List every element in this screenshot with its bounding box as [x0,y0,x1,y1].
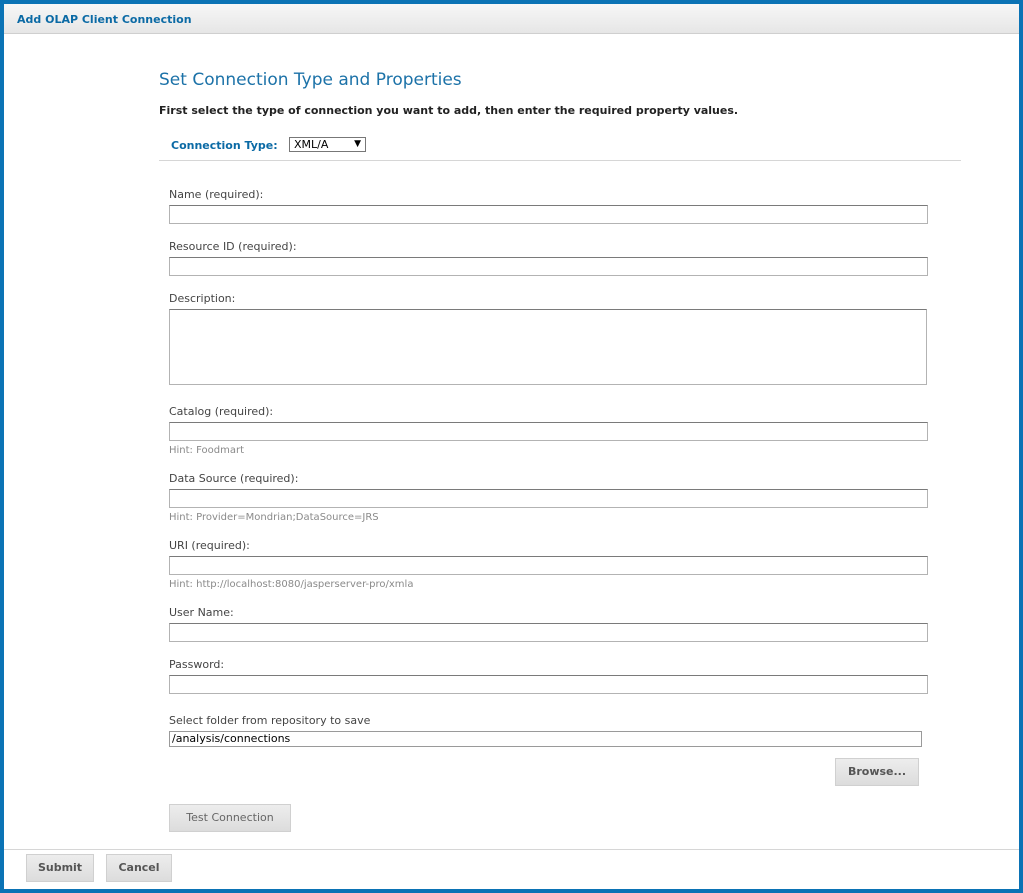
resource-id-input[interactable] [169,257,928,276]
resource-id-label: Resource ID (required): [169,240,297,253]
section-divider [159,160,961,161]
name-label: Name (required): [169,188,264,201]
connection-type-value: XML/A [294,138,329,151]
user-name-label: User Name: [169,606,234,619]
instructions-text: First select the type of connection you … [159,104,739,117]
name-input[interactable] [169,205,928,224]
dialog-title: Add OLAP Client Connection [17,13,192,26]
cancel-button[interactable]: Cancel [106,854,172,882]
description-textarea[interactable] [169,309,927,385]
uri-input[interactable] [169,556,928,575]
submit-button[interactable]: Submit [26,854,94,882]
data-source-input[interactable] [169,489,928,508]
uri-label: URI (required): [169,539,250,552]
password-label: Password: [169,658,225,671]
dialog-titlebar: Add OLAP Client Connection [4,4,1019,34]
browse-button[interactable]: Browse... [835,758,919,786]
connection-type-select[interactable]: XML/A ▼ [289,137,366,152]
page-title: Set Connection Type and Properties [159,70,462,90]
test-connection-button[interactable]: Test Connection [169,804,291,832]
catalog-input[interactable] [169,422,928,441]
password-input[interactable] [169,675,928,694]
chevron-down-icon: ▼ [354,139,361,149]
catalog-hint: Hint: Foodmart [169,445,244,456]
catalog-label: Catalog (required): [169,405,274,418]
description-label: Description: [169,292,236,305]
dialog-window: Add OLAP Client Connection Set Connectio… [0,0,1023,893]
user-name-input[interactable] [169,623,928,642]
data-source-label: Data Source (required): [169,472,299,485]
data-source-hint: Hint: Provider=Mondrian;DataSource=JRS [169,512,379,523]
footer-divider [4,849,1019,850]
uri-hint: Hint: http://localhost:8080/jasperserver… [169,579,414,590]
folder-input[interactable]: /analysis/connections [169,731,922,747]
connection-type-label: Connection Type: [171,139,278,152]
folder-label: Select folder from repository to save [169,714,371,727]
